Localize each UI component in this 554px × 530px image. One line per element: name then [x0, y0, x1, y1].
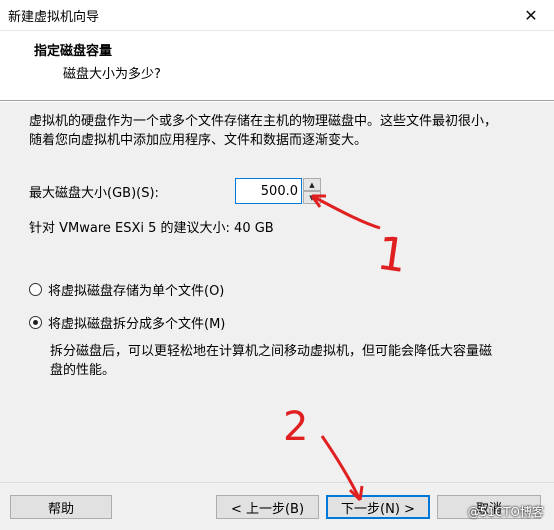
- max-size-label: 最大磁盘大小(GB)(S):: [29, 186, 159, 201]
- close-icon[interactable]: ✕: [508, 0, 554, 31]
- max-size-input[interactable]: [235, 178, 302, 204]
- watermark: @51CTO博客: [467, 505, 544, 519]
- back-button[interactable]: < 上一步(B): [216, 495, 319, 519]
- wizard-header: 指定磁盘容量 磁盘大小为多少?: [0, 31, 554, 101]
- split-description: 拆分磁盘后，可以更轻松地在计算机之间移动虚拟机，但可能会降低大容量磁盘的性能。: [50, 344, 493, 378]
- wizard-body: 虚拟机的硬盘作为一个或多个文件存储在主机的物理磁盘中。这些文件最初很小，随着您向…: [0, 102, 554, 482]
- radio-split-files[interactable]: 将虚拟磁盘拆分成多个文件(M): [29, 313, 225, 332]
- window-title: 新建虚拟机向导: [8, 10, 100, 25]
- help-button[interactable]: 帮助: [10, 495, 112, 519]
- spin-up-icon[interactable]: ▲: [303, 178, 321, 191]
- radio-button-selected[interactable]: [29, 316, 42, 329]
- recommended-size: 针对 VMware ESXi 5 的建议大小: 40 GB: [29, 221, 274, 236]
- max-size-spinner[interactable]: ▲ ▼: [235, 178, 321, 204]
- page-title: 指定磁盘容量: [34, 44, 113, 59]
- next-button[interactable]: 下一步(N) >: [326, 495, 430, 519]
- spin-down-icon[interactable]: ▼: [303, 191, 321, 204]
- radio-label[interactable]: 将虚拟磁盘拆分成多个文件(M): [48, 313, 225, 332]
- radio-single-file[interactable]: 将虚拟磁盘存储为单个文件(O): [29, 280, 224, 299]
- disk-description: 虚拟机的硬盘作为一个或多个文件存储在主机的物理磁盘中。这些文件最初很小，随着您向…: [29, 114, 498, 148]
- title-bar: 新建虚拟机向导 ✕: [0, 0, 554, 31]
- radio-label[interactable]: 将虚拟磁盘存储为单个文件(O): [48, 280, 224, 299]
- radio-button[interactable]: [29, 283, 42, 296]
- page-subtitle: 磁盘大小为多少?: [63, 67, 161, 82]
